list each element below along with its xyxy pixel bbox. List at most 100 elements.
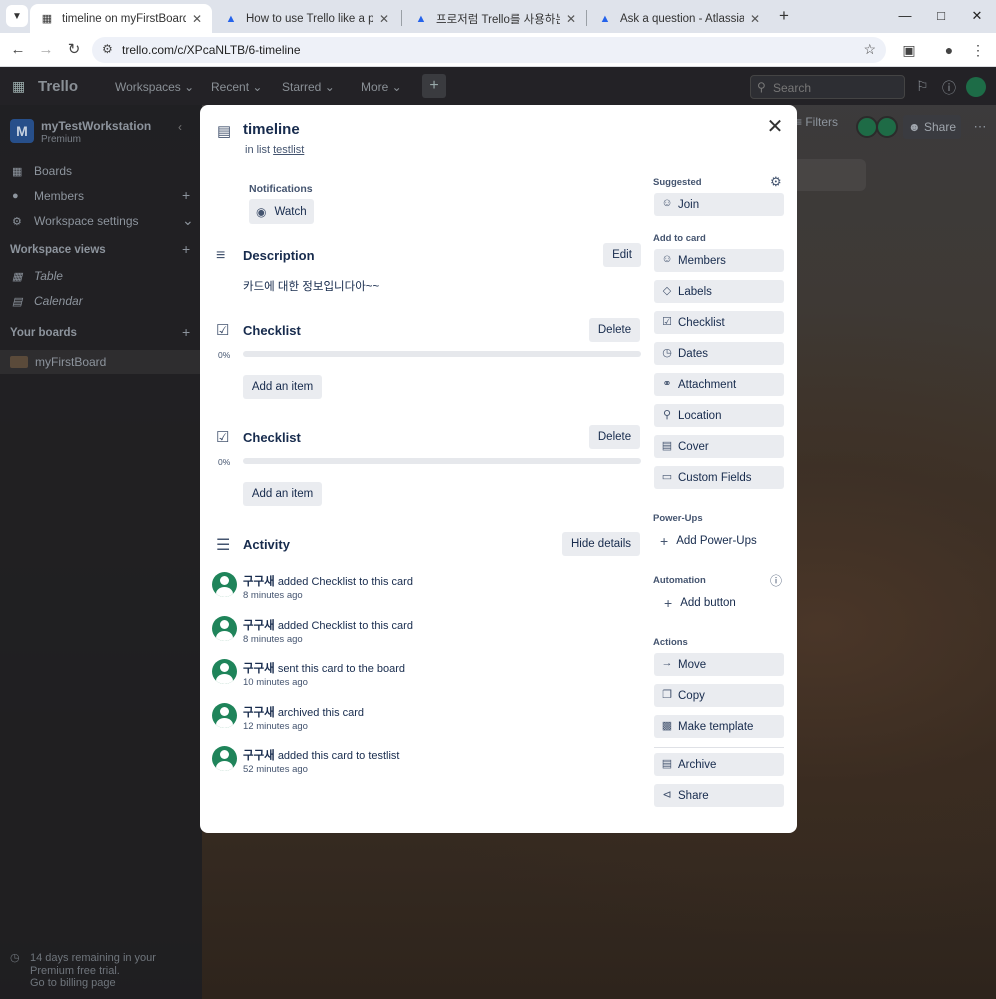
notifications-icon[interactable]: ⚐ bbox=[916, 78, 929, 95]
site-settings-icon[interactable]: ⚙ bbox=[102, 42, 113, 56]
reload-icon[interactable]: ↻ bbox=[63, 39, 85, 61]
card-title[interactable]: timeline bbox=[243, 121, 300, 138]
search-input[interactable]: ⚲ Search bbox=[750, 75, 905, 99]
checklist-icon: ☑ bbox=[216, 322, 230, 339]
member-avatar[interactable] bbox=[856, 116, 878, 138]
checklist-title[interactable]: Checklist bbox=[243, 430, 301, 445]
profile-icon[interactable]: ● bbox=[938, 39, 960, 61]
browser-tab[interactable]: ▲ 프로저럼 Trello를 사용하는 방 ✕ bbox=[404, 4, 586, 33]
workspace-views-header: Workspace views bbox=[10, 244, 106, 256]
add-board-icon[interactable]: + bbox=[182, 324, 190, 340]
chevron-down-icon[interactable]: ⌄ bbox=[182, 212, 194, 229]
activity-time[interactable]: 8 minutes ago bbox=[243, 590, 303, 601]
hide-details-button[interactable]: Hide details bbox=[562, 532, 640, 556]
join-button[interactable]: ☺ Join bbox=[654, 193, 784, 216]
tab-close-icon[interactable]: ✕ bbox=[379, 12, 389, 26]
nav-recent[interactable]: Recent ⌄ bbox=[211, 80, 262, 94]
browser-menu-icon[interactable]: ⋮ bbox=[967, 39, 989, 61]
user-avatar[interactable] bbox=[212, 746, 237, 771]
sidebar-item-boards[interactable]: ▦ Boards bbox=[12, 164, 72, 178]
sidebar-item-workspace-settings[interactable]: ⚙ Workspace settings bbox=[12, 214, 139, 228]
extensions-icon[interactable]: ▣ bbox=[898, 39, 920, 61]
browser-tab-active[interactable]: ▦ timeline on myFirstBoard | Tre ✕ bbox=[30, 4, 212, 33]
sidebar-item-calendar[interactable]: ▤ Calendar bbox=[12, 294, 83, 308]
trial-notice[interactable]: ◷ 14 days remaining in your Premium free… bbox=[10, 952, 190, 990]
share-button[interactable]: ⊲ Share bbox=[654, 784, 784, 807]
nav-starred[interactable]: Starred ⌄ bbox=[282, 80, 335, 94]
member-avatar[interactable] bbox=[876, 116, 898, 138]
activity-time[interactable]: 8 minutes ago bbox=[243, 634, 303, 645]
watch-button[interactable]: ◉ Watch bbox=[249, 199, 314, 224]
activity-time[interactable]: 10 minutes ago bbox=[243, 677, 308, 688]
nav-more[interactable]: More ⌄ bbox=[361, 80, 402, 94]
copy-button[interactable]: ❐ Copy bbox=[654, 684, 784, 707]
delete-checklist-button[interactable]: Delete bbox=[589, 425, 640, 449]
edit-description-button[interactable]: Edit bbox=[603, 243, 641, 267]
add-power-ups-button[interactable]: + Add Power-Ups bbox=[660, 533, 757, 549]
list-link[interactable]: testlist bbox=[273, 144, 304, 156]
tab-search-button[interactable]: ▼ bbox=[6, 5, 28, 27]
user-avatar[interactable] bbox=[212, 703, 237, 728]
activity-user[interactable]: 구구새 bbox=[243, 707, 275, 719]
make-template-button[interactable]: ▩ Make template bbox=[654, 715, 784, 738]
activity-time[interactable]: 12 minutes ago bbox=[243, 721, 308, 732]
sidebar-item-members[interactable]: ● Members bbox=[12, 189, 84, 203]
back-icon[interactable]: ← bbox=[7, 39, 29, 61]
add-member-icon[interactable]: + bbox=[182, 187, 190, 203]
dates-button[interactable]: ◷ Dates bbox=[654, 342, 784, 365]
gear-icon[interactable]: ⚙ bbox=[770, 174, 782, 190]
activity-time[interactable]: 52 minutes ago bbox=[243, 764, 308, 775]
forward-icon[interactable]: → bbox=[35, 39, 57, 61]
sidebar-item-board[interactable]: myFirstBoard bbox=[0, 350, 202, 374]
bookmark-star-icon[interactable]: ☆ bbox=[863, 41, 876, 58]
add-view-icon[interactable]: + bbox=[182, 241, 190, 257]
url-bar[interactable]: ⚙ trello.com/c/XPcaNLTB/6-timeline ☆ bbox=[92, 37, 886, 63]
activity-user[interactable]: 구구새 bbox=[243, 620, 275, 632]
account-avatar[interactable] bbox=[966, 77, 986, 97]
tab-close-icon[interactable]: ✕ bbox=[750, 12, 760, 26]
help-icon[interactable]: ⓘ bbox=[942, 78, 956, 98]
filters-button[interactable]: ≡ Filters bbox=[795, 115, 838, 129]
activity-user[interactable]: 구구새 bbox=[243, 576, 275, 588]
user-avatar[interactable] bbox=[212, 659, 237, 684]
collapse-sidebar-icon[interactable]: ‹ bbox=[178, 120, 182, 134]
user-avatar[interactable] bbox=[212, 616, 237, 641]
members-button[interactable]: ☺ Members bbox=[654, 249, 784, 272]
delete-checklist-button[interactable]: Delete bbox=[589, 318, 640, 342]
checklist-title[interactable]: Checklist bbox=[243, 323, 301, 338]
share-board-button[interactable]: ☻ Share bbox=[903, 115, 961, 139]
move-button[interactable]: → Move bbox=[654, 653, 784, 676]
board-menu-icon[interactable]: ⋯ bbox=[970, 115, 990, 139]
labels-button[interactable]: ◇ Labels bbox=[654, 280, 784, 303]
activity-user[interactable]: 구구새 bbox=[243, 663, 275, 675]
add-checklist-item-button[interactable]: Add an item bbox=[243, 375, 322, 399]
nav-workspaces[interactable]: Workspaces ⌄ bbox=[115, 80, 194, 94]
archive-button[interactable]: ▤ Archive bbox=[654, 753, 784, 776]
workspace-plan: Premium bbox=[41, 134, 82, 145]
create-button[interactable]: + bbox=[422, 74, 446, 98]
checklist-button[interactable]: ☑ Checklist bbox=[654, 311, 784, 334]
sidebar-item-table[interactable]: ▦ Table bbox=[12, 269, 63, 283]
close-icon[interactable]: ✕ bbox=[765, 117, 785, 137]
cover-button[interactable]: ▤ Cover bbox=[654, 435, 784, 458]
description-text[interactable]: 카드에 대한 정보입니다아~~ bbox=[243, 278, 379, 294]
browser-tab[interactable]: ▲ Ask a question - Atlassian Con ✕ bbox=[588, 4, 770, 33]
trello-logo[interactable]: Trello bbox=[38, 78, 78, 95]
tab-close-icon[interactable]: ✕ bbox=[566, 12, 576, 26]
app-switcher-icon[interactable]: ▦ bbox=[12, 78, 25, 95]
minimize-icon[interactable]: — bbox=[895, 6, 915, 26]
custom-fields-button[interactable]: ▭ Custom Fields bbox=[654, 466, 784, 489]
window-close-icon[interactable]: ✕ bbox=[967, 6, 987, 26]
tab-close-icon[interactable]: ✕ bbox=[192, 12, 202, 26]
add-button-button[interactable]: + Add button bbox=[664, 595, 736, 611]
browser-tab[interactable]: ▲ How to use Trello like a pro | T ✕ bbox=[214, 4, 399, 33]
attachment-button[interactable]: ⚭ Attachment bbox=[654, 373, 784, 396]
location-button[interactable]: ⚲ Location bbox=[654, 404, 784, 427]
new-tab-button[interactable]: + bbox=[774, 6, 794, 26]
workspace-header[interactable]: M myTestWorkstation Premium bbox=[10, 117, 190, 147]
add-checklist-item-button[interactable]: Add an item bbox=[243, 482, 322, 506]
user-avatar[interactable] bbox=[212, 572, 237, 597]
info-icon[interactable]: ⓘ bbox=[770, 572, 782, 589]
activity-user[interactable]: 구구새 bbox=[243, 750, 275, 762]
maximize-icon[interactable]: □ bbox=[931, 6, 951, 26]
